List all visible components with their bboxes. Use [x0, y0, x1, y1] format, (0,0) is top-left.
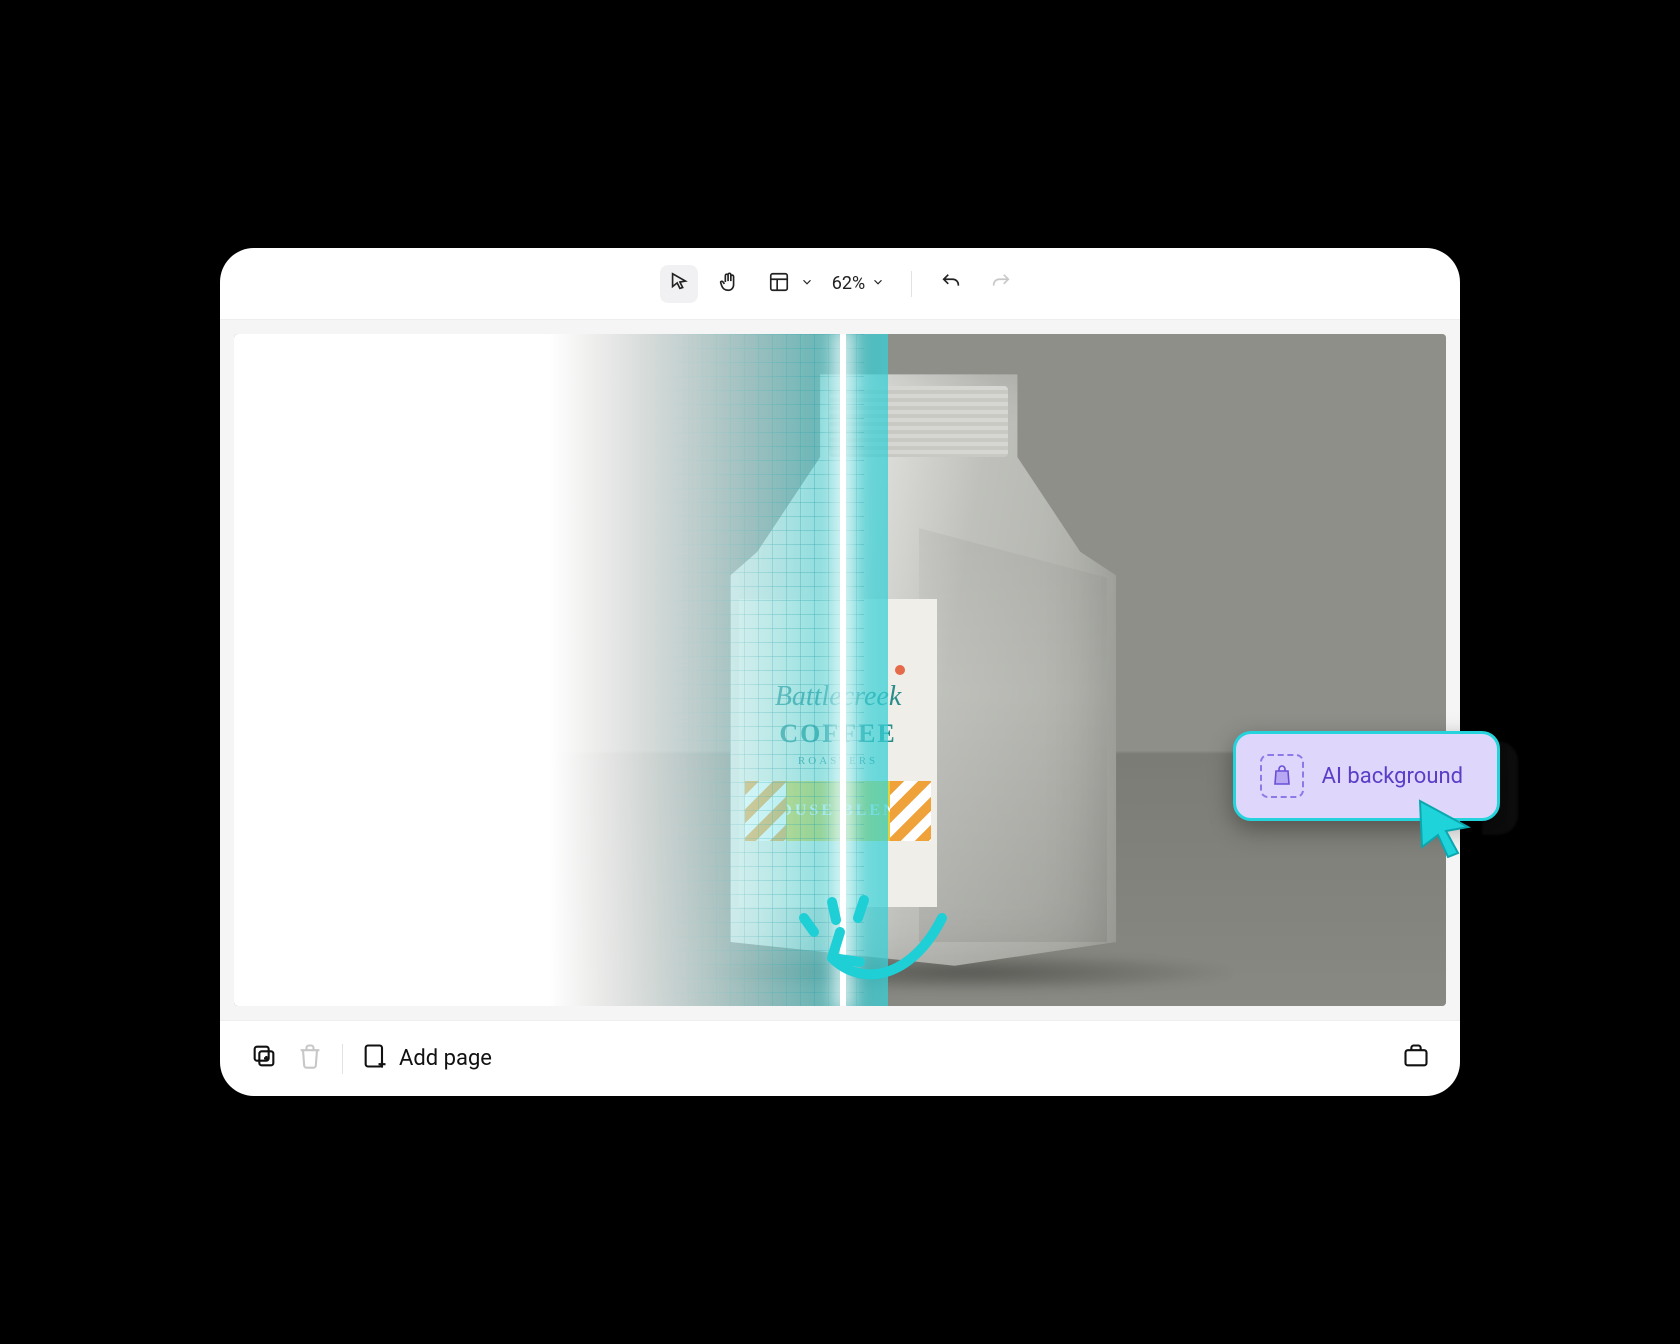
- zoom-dropdown[interactable]: 62%: [826, 273, 891, 294]
- undo-icon: [940, 271, 962, 297]
- canvas[interactable]: Battlecreek COFFEE ROASTERS HOUSE BLEND: [234, 334, 1446, 1006]
- chevron-down-icon: [871, 273, 885, 294]
- add-page-label: Add page: [399, 1046, 492, 1071]
- add-page-icon: [361, 1042, 389, 1076]
- label-dot-icon: [895, 665, 905, 675]
- present-button[interactable]: [1402, 1042, 1430, 1076]
- layout-button[interactable]: [760, 265, 798, 303]
- present-icon: [1402, 1042, 1430, 1076]
- pointer-cursor-icon: [1410, 793, 1480, 863]
- duplicate-icon: [250, 1042, 278, 1076]
- editor-window: 62%: [220, 248, 1460, 1096]
- select-tool-button[interactable]: [660, 265, 698, 303]
- scan-grid-overlay: [646, 334, 864, 1006]
- zoom-value: 62%: [832, 273, 865, 294]
- bag-crease: [919, 528, 1107, 942]
- cursor-icon: [668, 271, 690, 297]
- top-toolbar: 62%: [220, 248, 1460, 320]
- trash-icon: [296, 1042, 324, 1076]
- hand-tool-button[interactable]: [710, 265, 748, 303]
- layout-dropdown[interactable]: [760, 265, 814, 303]
- bottom-divider: [342, 1044, 343, 1074]
- compare-slider-handle[interactable]: [840, 334, 846, 1006]
- canvas-area: Battlecreek COFFEE ROASTERS HOUSE BLEND: [220, 320, 1460, 1020]
- shopping-bag-icon: [1260, 754, 1304, 798]
- bottom-bar: Add page: [220, 1020, 1460, 1096]
- ai-background-chip-wrap: AI background: [1233, 731, 1500, 821]
- layout-grid-icon: [768, 271, 790, 297]
- redo-button[interactable]: [982, 265, 1020, 303]
- redo-icon: [990, 271, 1012, 297]
- hand-icon: [718, 271, 740, 297]
- add-page-button[interactable]: Add page: [361, 1042, 492, 1076]
- ai-background-label: AI background: [1322, 764, 1463, 789]
- undo-button[interactable]: [932, 265, 970, 303]
- duplicate-page-button[interactable]: [250, 1042, 278, 1076]
- toolbar-divider: [911, 271, 912, 297]
- delete-page-button[interactable]: [296, 1042, 324, 1076]
- chevron-down-icon: [800, 274, 814, 293]
